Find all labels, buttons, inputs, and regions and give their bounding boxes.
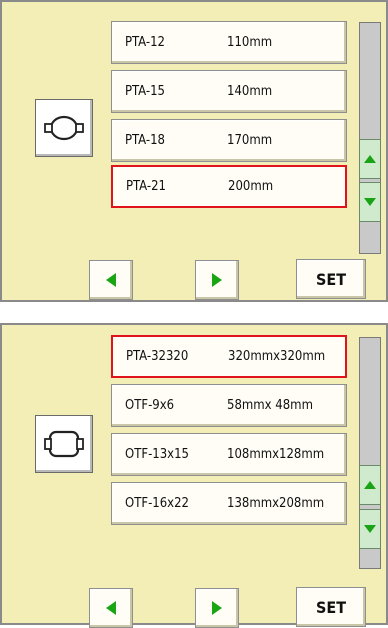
hoop-option-otf-16x22[interactable]: OTF-16x22 138mmx208mm: [111, 482, 347, 525]
hoop-size-label: 108mmx128mm: [227, 447, 325, 462]
scroll-down-button[interactable]: [359, 182, 381, 222]
hoop-option-otf-13x15[interactable]: OTF-13x15 108mmx128mm: [111, 433, 347, 476]
hoop-option-pta-12[interactable]: PTA-12 110mm: [111, 21, 347, 64]
round-hoop-icon[interactable]: [35, 99, 93, 157]
hoop-model-label: OTF-9x6: [125, 398, 175, 413]
hoop-model-label: PTA-18: [125, 133, 165, 148]
hoop-size-label: 170mm: [227, 133, 273, 148]
hoop-option-pta-15[interactable]: PTA-15 140mm: [111, 70, 347, 113]
chevron-up-icon: [364, 155, 376, 163]
hoop-size-label: 320mmx320mm: [228, 349, 326, 364]
hoop-option-pta-18[interactable]: PTA-18 170mm: [111, 119, 347, 162]
next-page-button[interactable]: [195, 588, 239, 628]
hoop-size-label: 110mm: [227, 35, 273, 50]
hoop-size-label: 58mmx 48mm: [227, 398, 313, 413]
arrow-left-icon: [106, 601, 116, 615]
hoop-option-otf-9x6[interactable]: OTF-9x6 58mmx 48mm: [111, 384, 347, 427]
hoop-model-label: PTA-12: [125, 35, 165, 50]
hoop-model-label: PTA-15: [125, 84, 165, 99]
prev-page-button[interactable]: [89, 260, 133, 300]
hoop-model-label: OTF-16x22: [125, 496, 189, 511]
chevron-down-icon: [364, 525, 376, 533]
hoop-model-label: OTF-13x15: [125, 447, 189, 462]
rectangular-hoop-icon[interactable]: [35, 415, 93, 473]
hoop-option-pta-21[interactable]: PTA-21 200mm: [111, 165, 347, 208]
chevron-up-icon: [364, 481, 376, 489]
hoop-select-screen-1: PTA-12 110mm PTA-15 140mm PTA-18 170mm P…: [0, 0, 388, 302]
hoop-model-label: PTA-32320: [126, 349, 189, 364]
arrow-right-icon: [212, 601, 222, 615]
hoop-size-label: 200mm: [228, 179, 274, 194]
hoop-size-label: 138mmx208mm: [227, 496, 325, 511]
next-page-button[interactable]: [195, 260, 239, 300]
arrow-right-icon: [212, 273, 222, 287]
scroll-up-button[interactable]: [359, 139, 381, 179]
scroll-up-button[interactable]: [359, 465, 381, 505]
hoop-model-label: PTA-21: [126, 179, 166, 194]
hoop-size-label: 140mm: [227, 84, 273, 99]
arrow-left-icon: [106, 273, 116, 287]
set-button[interactable]: SET: [296, 259, 366, 299]
set-button[interactable]: SET: [296, 587, 366, 627]
hoop-option-pta-32320[interactable]: PTA-32320 320mmx320mm: [111, 335, 347, 378]
hoop-select-screen-2: PTA-32320 320mmx320mm OTF-9x6 58mmx 48mm…: [0, 323, 388, 628]
chevron-down-icon: [364, 198, 376, 206]
prev-page-button[interactable]: [89, 588, 133, 628]
scroll-down-button[interactable]: [359, 509, 381, 549]
